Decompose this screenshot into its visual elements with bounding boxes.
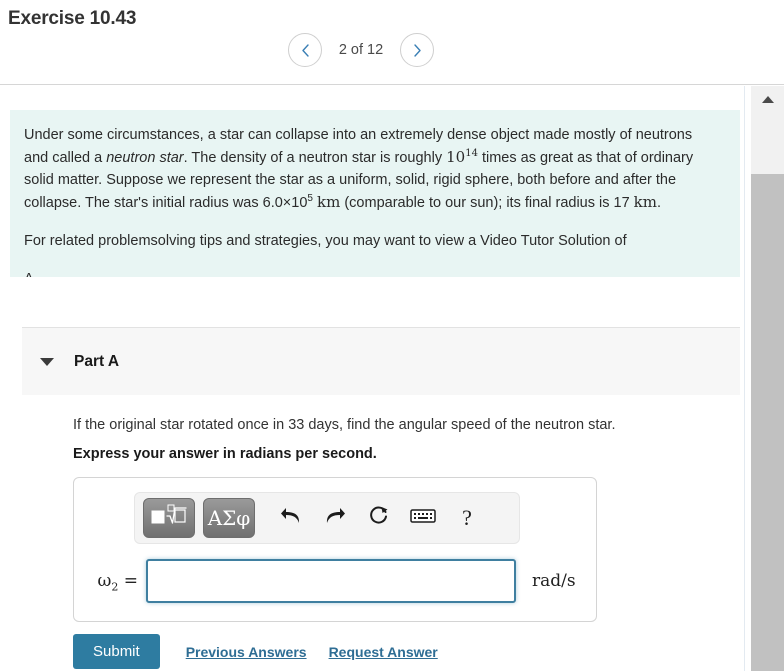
help-icon: ? <box>462 505 472 530</box>
chevron-left-icon <box>300 43 311 58</box>
problem-statement-panel: Under some circumstances, a star can col… <box>10 110 740 277</box>
initial-radius-exponent: 5 <box>307 193 313 205</box>
submit-button[interactable]: Submit <box>73 634 160 669</box>
density-base: 10 <box>446 148 466 166</box>
redo-button[interactable] <box>313 498 357 538</box>
square-nth-root-icon <box>151 504 187 533</box>
math-toolbar: ΑΣφ ? <box>134 492 520 544</box>
answer-variable-label: ω2 = <box>88 571 146 592</box>
greek-symbols-button[interactable]: ΑΣφ <box>203 498 255 538</box>
equals-sign: = <box>118 571 138 591</box>
content-viewport: Under some circumstances, a star can col… <box>0 86 784 671</box>
next-exercise-button[interactable] <box>400 33 434 67</box>
answer-entry-panel: ΑΣφ ? ω2 = rad/s <box>73 477 597 622</box>
action-row: Submit Previous Answers Request Answer <box>73 634 438 669</box>
pagination-counter: 2 of 12 <box>338 42 384 58</box>
problem-term-neutron-star: neutron star <box>106 150 184 166</box>
request-answer-link[interactable]: Request Answer <box>329 644 438 660</box>
redo-icon <box>324 506 346 531</box>
answer-unit-label: rad/s <box>532 571 576 591</box>
reset-icon <box>368 505 390 532</box>
problem-text-part-4: (comparable to our sun); its final radiu… <box>340 195 634 211</box>
keyboard-icon <box>410 508 436 529</box>
answer-input-row: ω2 = rad/s <box>88 558 588 604</box>
greek-letters-label: ΑΣφ <box>207 506 251 530</box>
vertical-scrollbar[interactable] <box>744 86 784 671</box>
problem-paragraph-2: For related problemsolving tips and stra… <box>24 233 627 249</box>
pagination-nav: 2 of 12 <box>288 33 434 67</box>
part-a-header[interactable]: Part A <box>22 327 740 395</box>
unit-km-final: km <box>633 193 657 211</box>
problem-text-part-2: . The density of a neutron star is rough… <box>183 150 447 166</box>
density-magnitude: 1014 <box>446 148 478 166</box>
undo-button[interactable] <box>269 498 313 538</box>
chevron-right-icon <box>412 43 423 58</box>
previous-exercise-button[interactable] <box>288 33 322 67</box>
math-template-button[interactable] <box>143 498 195 538</box>
answer-input[interactable] <box>146 559 516 603</box>
part-a-label: Part A <box>74 352 120 370</box>
content-column: Under some circumstances, a star can col… <box>0 86 745 671</box>
reset-button[interactable] <box>357 498 401 538</box>
keyboard-button[interactable] <box>401 498 445 538</box>
previous-answers-link[interactable]: Previous Answers <box>186 644 307 660</box>
help-button[interactable]: ? <box>445 498 489 538</box>
part-a-instruction: Express your answer in radians per secon… <box>73 446 377 462</box>
unit-km-initial: km <box>316 193 341 211</box>
page-header: Exercise 10.43 2 of 12 <box>0 0 784 85</box>
part-a-question: If the original star rotated once in 33 … <box>73 417 616 433</box>
scrollbar-thumb[interactable] <box>751 174 784 671</box>
problem-paragraph-3-clipped: A <box>24 268 720 277</box>
problem-statement-text: Under some circumstances, a star can col… <box>10 110 740 277</box>
undo-icon <box>280 506 302 531</box>
page-title: Exercise 10.43 <box>8 8 137 29</box>
scroll-up-button[interactable] <box>751 86 784 112</box>
density-exponent: 14 <box>465 148 478 159</box>
problem-paragraph-1: Under some circumstances, a star can col… <box>24 124 720 214</box>
caret-down-icon <box>40 357 54 366</box>
problem-text-part-5: . <box>657 195 662 211</box>
scroll-up-arrow-icon <box>761 95 774 103</box>
variable-omega: ω <box>97 571 112 591</box>
